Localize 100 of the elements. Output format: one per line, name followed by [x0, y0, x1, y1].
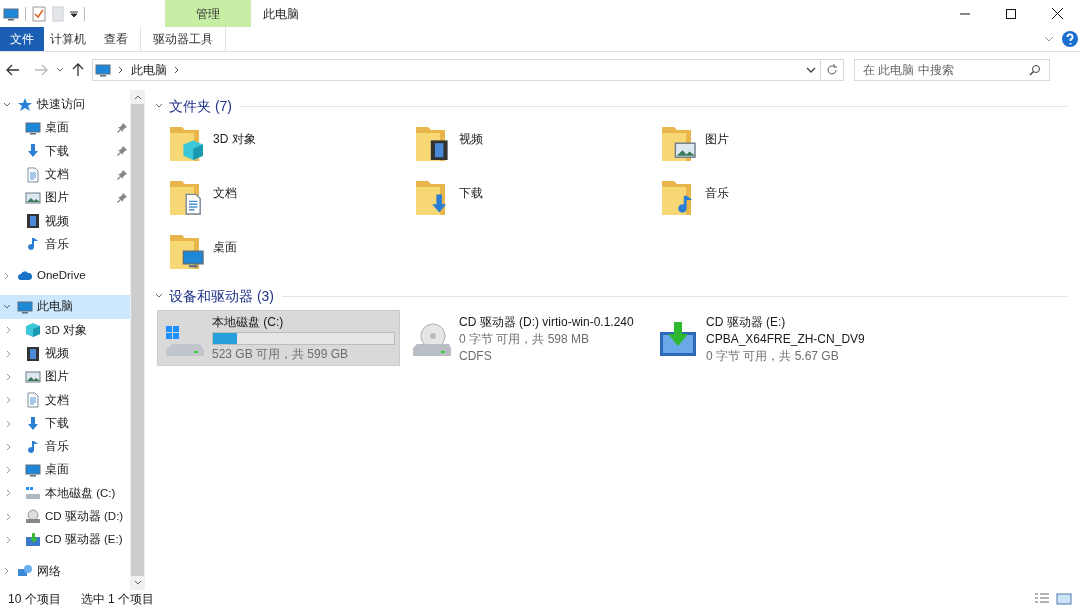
chevron-right-icon[interactable] [5, 372, 13, 381]
tree-item[interactable]: 本地磁盘 (C:) [0, 481, 130, 506]
folder-tile[interactable]: 3D 对象 [168, 121, 414, 175]
chevron-down-icon[interactable] [155, 292, 163, 300]
chevron-right-icon[interactable] [5, 419, 13, 428]
dropdown-icon[interactable] [70, 9, 78, 18]
tree-label: 图片 [45, 369, 69, 385]
tree-label: 快速访问 [37, 97, 85, 112]
chevron-right-icon[interactable] [5, 349, 13, 358]
tree-item[interactable]: 桌面 [0, 458, 130, 482]
chevron-up-icon[interactable] [133, 93, 142, 101]
folder-tile[interactable]: 图片 [660, 121, 906, 175]
chevron-right-icon[interactable] [3, 567, 11, 576]
ribbon-tab[interactable]: 查看 [92, 27, 140, 51]
tree-item[interactable]: CD 驱动器 (E:) [0, 528, 130, 552]
tree-item[interactable]: 网络 [0, 559, 130, 583]
drive-tile[interactable]: CD 驱动器 (D:) virtio-win-0.1.240 0 字节 可用，共 598 MB CDFS [404, 310, 647, 366]
monitor-icon [25, 119, 41, 136]
window-title: 此电脑 [263, 5, 299, 23]
tree-item[interactable]: 文档 [0, 162, 130, 187]
drive-tile[interactable]: CD 驱动器 (E:) CPBA_X64FRE_ZH-CN_DV9 0 字节 可用，共 5.67 GB [651, 310, 894, 366]
chevron-right-icon[interactable] [5, 536, 13, 544]
monitor-icon [25, 462, 41, 479]
breadcrumb[interactable]: 此电脑 [131, 61, 167, 79]
chevron-down-icon[interactable] [133, 579, 142, 587]
ribbon-tab[interactable]: 文件 [0, 27, 44, 51]
tree-label: OneDrive [37, 268, 86, 284]
folder-tile[interactable]: 文档 [168, 175, 414, 229]
film-icon [25, 213, 41, 230]
selection-count: 选中 1 个项目 [80, 591, 155, 608]
drive-name: CD 驱动器 (E:) [706, 314, 787, 331]
tree-label: 网络 [37, 563, 61, 579]
landscape-icon [25, 189, 41, 206]
help-icon[interactable] [1062, 31, 1078, 47]
monitor-icon [95, 62, 111, 78]
tree-item[interactable]: 文档 [0, 388, 130, 412]
up-arrow-icon[interactable] [72, 63, 84, 77]
tree-item[interactable]: 音乐 [0, 435, 130, 459]
tree-label: 音乐 [45, 439, 69, 455]
tree-label: 下载 [45, 143, 69, 159]
tree-label: CD 驱动器 (D:) [45, 509, 124, 525]
drive-name: CD 驱动器 (D:) virtio-win-0.1.240 [459, 314, 634, 331]
document-icon [25, 392, 41, 409]
tree-item[interactable]: 下载 [0, 139, 130, 163]
tree-item[interactable]: 音乐 [0, 232, 130, 257]
tree-item[interactable]: 视频 [0, 341, 130, 366]
space-info: 523 GB 可用，共 599 GB [212, 346, 350, 363]
tree-item[interactable]: CD 驱动器 (D:) [0, 505, 130, 529]
back-arrow-icon[interactable] [6, 64, 20, 76]
install-disc-icon [25, 532, 41, 548]
chevron-down-icon[interactable] [3, 100, 11, 109]
cube-icon [25, 322, 41, 339]
tree-item[interactable]: 3D 对象 [0, 318, 130, 342]
chevron-right-icon[interactable] [5, 466, 13, 475]
maximize-icon [1006, 8, 1016, 19]
scrollbar-thumb[interactable] [131, 104, 144, 576]
chevron-down-icon[interactable] [155, 102, 163, 110]
address-field[interactable]: 此电脑 [92, 59, 844, 81]
checkmark-document-icon[interactable] [32, 5, 46, 22]
large-icons-view-icon[interactable] [1056, 593, 1072, 605]
context-tab-group: 管理 [165, 0, 251, 27]
folder-tile[interactable]: 视频 [414, 121, 660, 175]
landscape-icon [25, 368, 41, 385]
folder-tile[interactable]: 音乐 [660, 175, 906, 229]
folder-tile[interactable]: 下载 [414, 175, 660, 229]
tree-item[interactable]: 视频 [0, 209, 130, 233]
refresh-icon[interactable] [826, 64, 838, 76]
chevron-down-icon[interactable] [806, 65, 816, 75]
chevron-right-icon[interactable] [5, 396, 13, 405]
tree-item[interactable]: OneDrive [0, 264, 130, 288]
scrollbar[interactable] [130, 90, 145, 590]
chevron-right-icon[interactable] [5, 442, 13, 451]
chevron-down-icon[interactable] [56, 66, 64, 74]
hard-drive-icon [25, 485, 41, 502]
tree-item[interactable]: 快速访问 [0, 93, 130, 117]
forward-arrow-icon[interactable] [34, 64, 48, 76]
down-arrow-icon [25, 415, 41, 432]
tree-item[interactable]: 桌面 [0, 116, 130, 140]
details-view-icon[interactable] [1034, 593, 1050, 605]
tree-item[interactable]: 下载 [0, 411, 130, 436]
search-icon [1029, 64, 1041, 76]
tree-item[interactable]: 图片 [0, 186, 130, 210]
chevron-right-icon[interactable] [5, 512, 13, 521]
tree-item[interactable]: 图片 [0, 365, 130, 389]
space-info: 0 字节 可用，共 598 MB [459, 331, 591, 348]
chevron-right-icon[interactable] [3, 271, 11, 280]
section-heading[interactable]: 设备和驱动器 (3) [169, 285, 274, 307]
disc-drive-icon [25, 508, 41, 525]
ribbon-tab[interactable]: 计算机 [44, 27, 92, 51]
section-heading[interactable]: 文件夹 (7) [169, 95, 232, 117]
folder-tile[interactable]: 桌面 [168, 229, 414, 283]
ribbon-tab[interactable]: 驱动器工具 [140, 27, 226, 51]
tree-item[interactable]: 此电脑 [0, 295, 130, 319]
search-field[interactable]: 在 此电脑 中搜索 [854, 59, 1050, 81]
drive-tile[interactable]: 本地磁盘 (C:) 523 GB 可用，共 599 GB [157, 310, 400, 366]
chevron-right-icon[interactable] [5, 489, 13, 498]
search-input[interactable]: 在 此电脑 中搜索 [863, 61, 1029, 79]
chevron-down-icon[interactable] [3, 303, 11, 311]
chevron-right-icon[interactable] [5, 326, 13, 335]
tree-label: 文档 [45, 166, 69, 182]
